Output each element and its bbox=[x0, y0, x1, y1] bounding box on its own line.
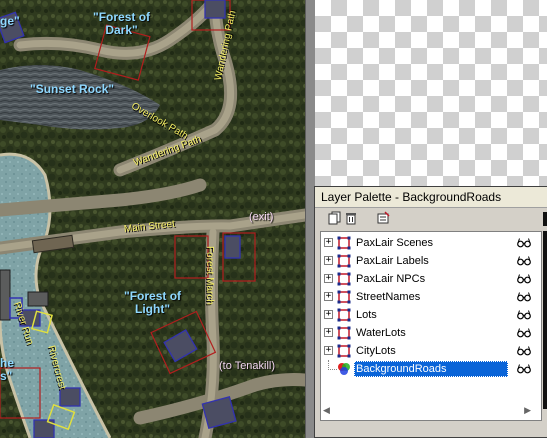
map-label-to-tenakill: (to Tenakill) bbox=[219, 360, 276, 372]
scroll-left-icon[interactable]: ◀ bbox=[323, 405, 330, 416]
tree-connector bbox=[328, 360, 337, 370]
visibility-glasses-icon[interactable] bbox=[517, 291, 531, 303]
scroll-right-icon[interactable]: ▶ bbox=[524, 405, 531, 416]
visibility-glasses-icon[interactable] bbox=[517, 345, 531, 357]
layer-name: PaxLair NPCs bbox=[356, 273, 426, 285]
palette-title-bar[interactable]: Layer Palette - BackgroundRoads bbox=[315, 187, 547, 208]
visibility-glasses-icon[interactable] bbox=[517, 255, 531, 267]
expand-icon[interactable]: + bbox=[324, 310, 333, 319]
map-label-edge-top: ge" bbox=[0, 14, 20, 28]
layer-row[interactable]: + PaxLair NPCs bbox=[321, 270, 535, 288]
map-label-forest-of-light: "Forest of Light" bbox=[124, 289, 182, 316]
expand-icon[interactable]: + bbox=[324, 256, 333, 265]
layer-row[interactable]: + WaterLots bbox=[321, 324, 535, 342]
layer-name: CityLots bbox=[356, 345, 396, 357]
map-canvas[interactable]: "Forest of Dark" "Sunset Rock" "Forest o… bbox=[0, 0, 305, 438]
visibility-glasses-icon[interactable] bbox=[517, 363, 531, 375]
toolbar-edge bbox=[543, 212, 547, 226]
vector-layer-icon bbox=[337, 236, 351, 250]
layer-name: PaxLair Scenes bbox=[356, 237, 434, 249]
layer-row[interactable]: + PaxLair Scenes bbox=[321, 234, 535, 252]
layer-name: WaterLots bbox=[356, 327, 406, 339]
vector-layer-icon bbox=[337, 326, 351, 340]
map-label-sunset-rock: "Sunset Rock" bbox=[30, 82, 115, 96]
layer-row[interactable]: + CityLots bbox=[321, 342, 535, 360]
map-label-exit: (exit) bbox=[249, 211, 274, 223]
visibility-glasses-icon[interactable] bbox=[517, 273, 531, 285]
new-layer-icon[interactable] bbox=[327, 211, 343, 227]
map-label-edge-bottom: he s" bbox=[0, 356, 15, 383]
visibility-glasses-icon[interactable] bbox=[517, 309, 531, 321]
layer-name: StreetNames bbox=[356, 291, 421, 303]
palette-title: Layer Palette - BackgroundRoads bbox=[321, 190, 502, 204]
vector-layer-icon bbox=[337, 254, 351, 268]
layer-properties-icon[interactable] bbox=[375, 211, 391, 227]
layer-list-edge bbox=[543, 231, 547, 409]
layer-row[interactable]: BackgroundRoads bbox=[321, 360, 535, 378]
layer-list[interactable]: + PaxLair Scenes + PaxLair Labels + PaxLair N… bbox=[320, 231, 542, 421]
expand-icon[interactable]: + bbox=[324, 328, 333, 337]
expand-icon[interactable]: + bbox=[324, 346, 333, 355]
trash-icon[interactable] bbox=[343, 211, 359, 227]
expand-icon[interactable]: + bbox=[324, 292, 333, 301]
vector-layer-icon bbox=[337, 290, 351, 304]
layer-name: PaxLair Labels bbox=[356, 255, 429, 267]
map-label-forest-of-dark: "Forest of Dark" bbox=[93, 10, 151, 37]
layer-palette: Layer Palette - BackgroundRoads + PaxLair… bbox=[314, 186, 547, 438]
layer-name: BackgroundRoads bbox=[354, 361, 508, 377]
expand-icon[interactable]: + bbox=[324, 238, 333, 247]
layer-name: Lots bbox=[356, 309, 377, 321]
layer-row[interactable]: + StreetNames bbox=[321, 288, 535, 306]
expand-icon[interactable]: + bbox=[324, 274, 333, 283]
vector-layer-icon bbox=[337, 272, 351, 286]
layer-row[interactable]: + PaxLair Labels bbox=[321, 252, 535, 270]
palette-toolbar bbox=[315, 208, 547, 230]
road-label-forest-march: Forest March bbox=[203, 246, 215, 305]
vector-layer-icon bbox=[337, 308, 351, 322]
raster-layer-icon bbox=[338, 363, 350, 375]
visibility-glasses-icon[interactable] bbox=[517, 327, 531, 339]
visibility-glasses-icon[interactable] bbox=[517, 237, 531, 249]
horizontal-scrollbar[interactable]: ◀ ▶ bbox=[321, 403, 533, 419]
layer-row[interactable]: + Lots bbox=[321, 306, 535, 324]
vector-layer-icon bbox=[337, 344, 351, 358]
